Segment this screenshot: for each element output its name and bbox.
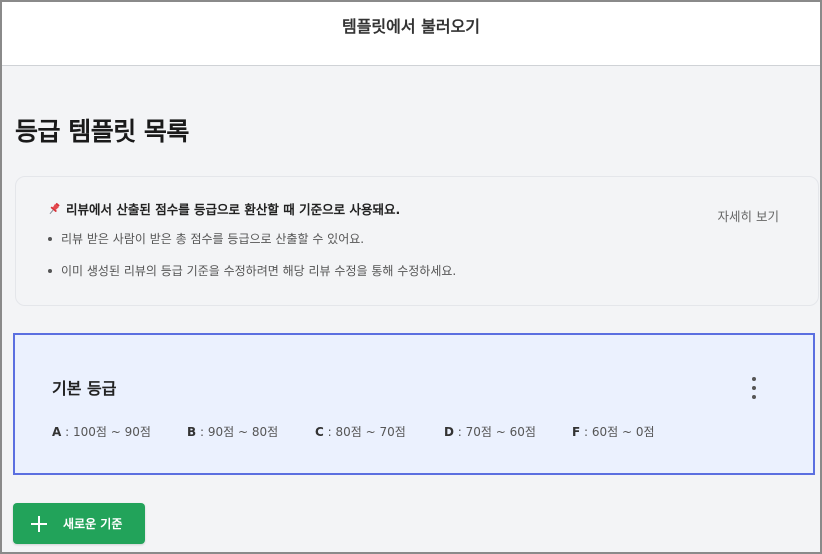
- info-headline: 리뷰에서 산출된 점수를 등급으로 환산할 때 기준으로 사용돼요.: [46, 199, 400, 218]
- grade-range: : 100점 ~ 90점: [61, 425, 151, 439]
- grade-range: : 70점 ~ 60점: [453, 425, 536, 439]
- grade-criterion: B : 90점 ~ 80점: [187, 423, 278, 440]
- info-bullet-item: 리뷰 받은 사람이 받은 총 점수를 등급으로 산출할 수 있어요.: [46, 231, 456, 263]
- new-criteria-label: 새로운 기준: [63, 517, 123, 531]
- grade-criterion: C : 80점 ~ 70점: [315, 423, 406, 440]
- modal-header: 템플릿에서 불러오기: [2, 2, 820, 66]
- grade-range: : 60점 ~ 0점: [580, 425, 655, 439]
- grade-template-card[interactable]: 기본 등급 A : 100점 ~ 90점 B : 90점 ~ 80점 C : 8…: [13, 333, 815, 475]
- grade-criterion: D : 70점 ~ 60점: [444, 423, 536, 440]
- bullet-dot: [48, 269, 52, 273]
- grade-criterion: F : 60점 ~ 0점: [572, 423, 655, 440]
- template-title: 기본 등급: [52, 379, 117, 398]
- grade-letter: D: [444, 425, 454, 439]
- grade-letter: C: [315, 425, 324, 439]
- pushpin-icon: [46, 201, 62, 217]
- info-notice: 리뷰에서 산출된 점수를 등급으로 환산할 때 기준으로 사용돼요. 리뷰 받은…: [15, 176, 819, 306]
- info-bullet-list: 리뷰 받은 사람이 받은 총 점수를 등급으로 산출할 수 있어요. 이미 생성…: [46, 231, 456, 295]
- grade-letter: B: [187, 425, 197, 439]
- grade-letter: F: [572, 425, 581, 439]
- detail-link[interactable]: 자세히 보기: [718, 206, 779, 225]
- bullet-dot: [48, 237, 52, 241]
- more-vertical-icon[interactable]: [749, 377, 759, 399]
- plus-icon: [31, 515, 47, 532]
- grade-range: : 90점 ~ 80점: [196, 425, 279, 439]
- new-criteria-button[interactable]: 새로운 기준: [13, 503, 145, 544]
- grade-letter: A: [52, 425, 62, 439]
- info-bullet-item: 이미 생성된 리뷰의 등급 기준을 수정하려면 해당 리뷰 수정을 통해 수정하…: [46, 263, 456, 295]
- modal-title: 템플릿에서 불러오기: [341, 16, 481, 36]
- modal-window: 템플릿에서 불러오기 등급 템플릿 목록 리뷰에서 산출된 점수를 등급으로 환…: [0, 0, 822, 554]
- grade-range: : 80점 ~ 70점: [323, 425, 406, 439]
- grade-criterion: A : 100점 ~ 90점: [52, 423, 151, 440]
- info-headline-text: 리뷰에서 산출된 점수를 등급으로 환산할 때 기준으로 사용돼요.: [66, 202, 401, 217]
- page-title: 등급 템플릿 목록: [15, 117, 189, 146]
- info-bullet-text: 리뷰 받은 사람이 받은 총 점수를 등급으로 산출할 수 있어요.: [61, 232, 365, 246]
- info-bullet-text: 이미 생성된 리뷰의 등급 기준을 수정하려면 해당 리뷰 수정을 통해 수정하…: [61, 264, 457, 278]
